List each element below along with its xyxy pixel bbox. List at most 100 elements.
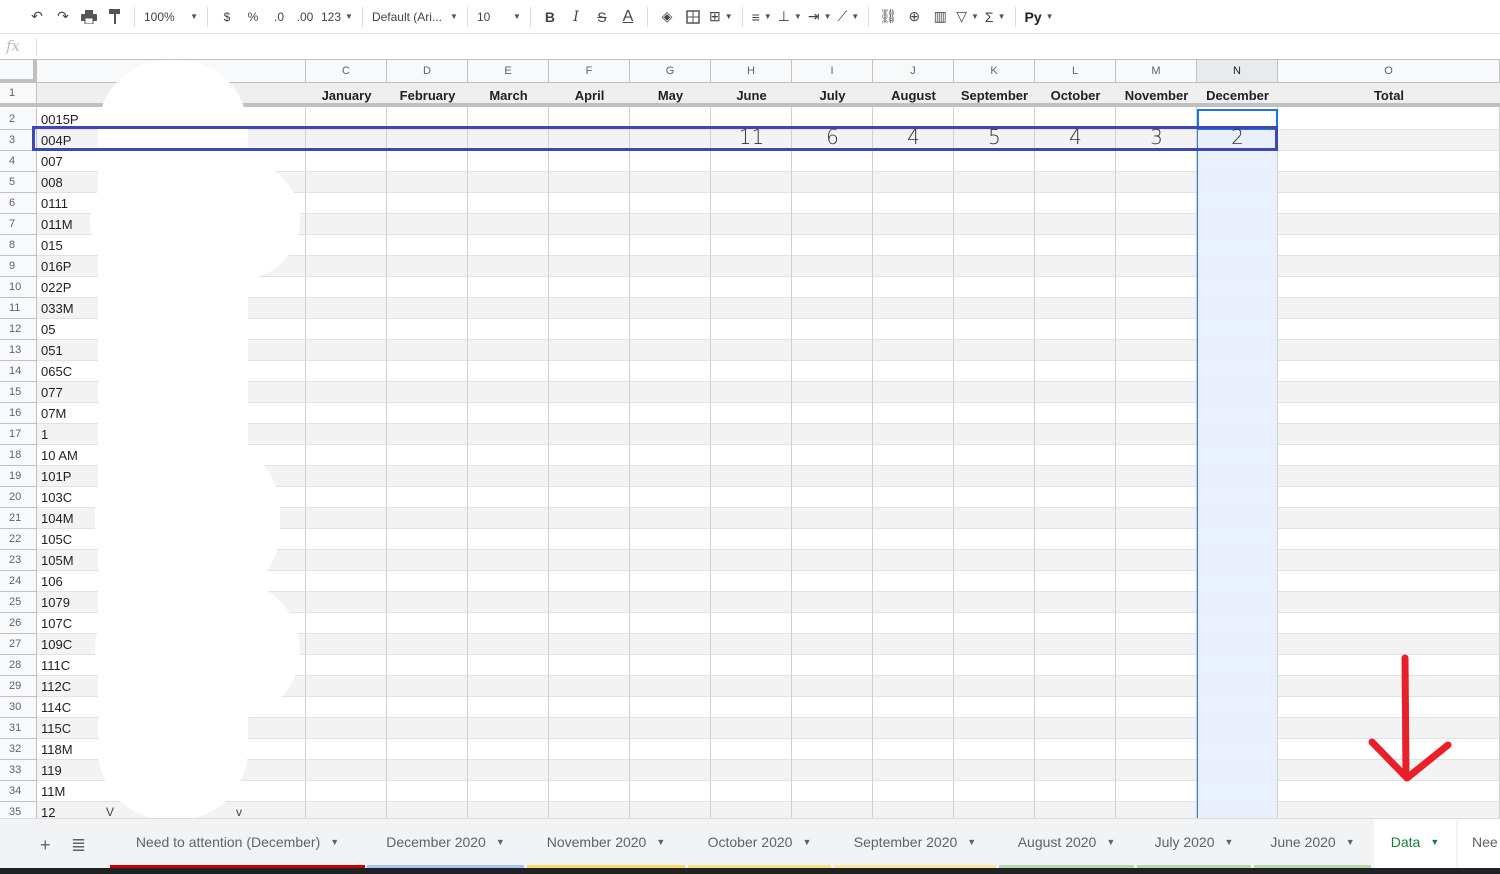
undo-icon[interactable]: ↶ [24,4,50,30]
row-header[interactable]: 17 [0,424,37,445]
fill-color-icon[interactable]: ◈ [654,4,680,30]
functions-icon[interactable]: Σ ▼ [982,4,1009,30]
header-cell[interactable]: December [1197,83,1278,107]
insert-chart-icon[interactable]: ▥ [927,4,953,30]
row-header[interactable]: 30 [0,697,37,718]
cell-a[interactable]: 065C [41,361,72,382]
row-header[interactable]: 12 [0,319,37,340]
sheet-tab[interactable]: September 2020 ▼ [834,819,996,869]
font-size-select[interactable]: 10 ▼ [474,4,524,30]
cell-a[interactable]: 022P [41,277,71,298]
all-sheets-icon[interactable]: ≣ [71,835,86,856]
cell-a[interactable]: 1079 [41,592,70,613]
cell-a[interactable]: 11M [41,781,65,802]
cell-a[interactable]: 115C [41,718,71,739]
redo-icon[interactable]: ↷ [50,4,76,30]
row-header[interactable]: 33 [0,760,37,781]
zoom-select[interactable]: 100% ▼ [141,4,201,30]
cell-a[interactable]: 107C [41,613,72,634]
row-header[interactable]: 31 [0,718,37,739]
table-row[interactable] [37,361,1500,382]
row-header[interactable]: 21 [0,508,37,529]
row-header[interactable]: 6 [0,193,37,214]
increase-decimal-button[interactable]: .00 [292,4,318,30]
cell-a[interactable]: 105M [41,550,74,571]
column-header-h[interactable]: H [711,60,792,83]
cell-a[interactable]: 106 [41,571,63,592]
header-cell[interactable]: September [954,83,1035,107]
header-cell[interactable]: May [630,83,711,107]
currency-format-button[interactable]: $ [214,4,240,30]
formula-input[interactable] [42,37,1482,57]
table-row[interactable] [37,739,1500,760]
font-select[interactable]: Default (Ari... ▼ [369,4,461,30]
percent-format-button[interactable]: % [240,4,266,30]
header-cell[interactable]: April [549,83,630,107]
column-header-f[interactable]: F [549,60,630,83]
cell-a[interactable]: 077 [41,382,63,403]
sheet-tab[interactable]: December 2020 ▼ [367,819,524,869]
sheet-tab[interactable]: August 2020 ▼ [999,819,1134,869]
cell-a[interactable]: 008 [41,172,63,193]
row-header[interactable]: 15 [0,382,37,403]
row-header[interactable]: 7 [0,214,37,235]
row-header[interactable]: 28 [0,655,37,676]
print-icon[interactable] [76,4,102,30]
header-cell[interactable]: August [873,83,954,107]
row-header[interactable]: 35 [0,802,37,818]
table-row[interactable] [37,277,1500,298]
header-cell[interactable]: March [468,83,549,107]
sheet-tab[interactable]: November 2020 ▼ [527,819,685,869]
column-header-n[interactable]: N [1197,60,1278,83]
row-header[interactable]: 5 [0,172,37,193]
text-color-button[interactable]: A [615,4,641,30]
cell-a[interactable]: 112C [41,676,71,697]
number-format-button[interactable]: 123 ▼ [318,4,356,30]
cell-a[interactable]: 015 [41,235,63,256]
filter-icon[interactable]: ▽ ▼ [953,4,982,30]
table-row[interactable] [37,340,1500,361]
cell-a[interactable]: 011M [41,214,73,235]
header-cell[interactable]: October [1035,83,1116,107]
cell-a[interactable]: 016P [41,256,71,277]
table-row[interactable] [37,760,1500,781]
column-header-l[interactable]: L [1035,60,1116,83]
table-row[interactable] [37,298,1500,319]
header-cell[interactable]: January [306,83,387,107]
row-header[interactable]: 26 [0,613,37,634]
cell-a[interactable]: 103C [41,487,72,508]
add-sheet-icon[interactable]: + [40,835,51,856]
row-header[interactable]: 32 [0,739,37,760]
cell-a[interactable]: 07M [41,403,66,424]
sheet-tab[interactable]: October 2020 ▼ [688,819,831,869]
cell-a[interactable]: 118M [41,739,73,760]
column-header-k[interactable]: K [954,60,1035,83]
header-cell[interactable]: Total [1278,83,1500,107]
column-header-g[interactable]: G [630,60,711,83]
horizontal-align-icon[interactable]: ≡ ▼ [749,4,775,30]
table-row[interactable] [37,382,1500,403]
row-header[interactable]: 9 [0,256,37,277]
column-header-c[interactable]: C [306,60,387,83]
cell-a[interactable]: 109C [41,634,72,655]
bold-button[interactable]: B [537,4,563,30]
column-header-e[interactable]: E [468,60,549,83]
column-header-j[interactable]: J [873,60,954,83]
row-header[interactable]: 11 [0,298,37,319]
column-header-i[interactable]: I [792,60,873,83]
row-header[interactable]: 29 [0,676,37,697]
table-row[interactable] [37,403,1500,424]
sheet-tab[interactable]: July 2020 ▼ [1137,819,1251,869]
cell-a[interactable]: 104M [41,508,74,529]
table-row[interactable] [37,424,1500,445]
table-row[interactable] [37,718,1500,739]
merge-cells-icon[interactable]: ⊞ ▼ [706,4,736,30]
row-header[interactable]: 34 [0,781,37,802]
row-header[interactable]: 10 [0,277,37,298]
cell-a[interactable]: 1 [41,424,48,445]
column-header-d[interactable]: D [387,60,468,83]
italic-button[interactable]: I [563,4,589,30]
decrease-decimal-button[interactable]: .0 [266,4,292,30]
row-header[interactable]: 4 [0,151,37,172]
text-rotation-icon[interactable]: ⟋ ▼ [834,4,862,30]
